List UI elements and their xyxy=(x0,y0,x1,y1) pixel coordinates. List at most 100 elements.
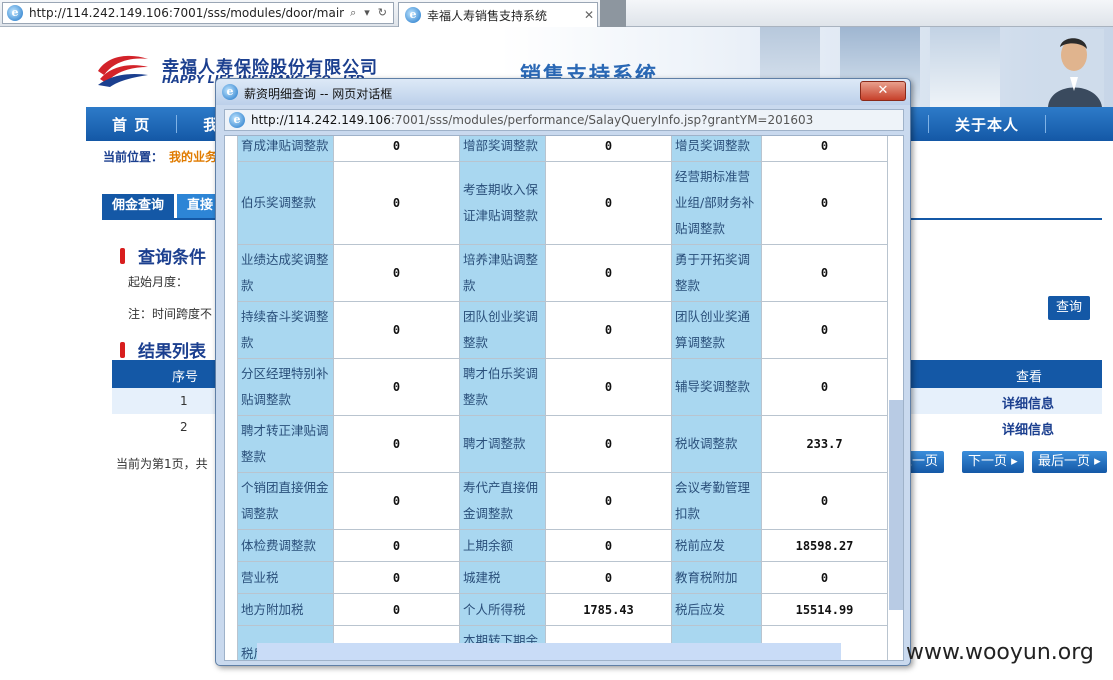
salary-item-label: 增员奖调整款 xyxy=(671,136,762,162)
query-button[interactable]: 查询 xyxy=(1048,296,1090,320)
salary-row: 体检费调整款 0 上期余额 0 税前应发 18598.27 xyxy=(237,529,888,562)
salary-item-label: 团队创业奖调整款 xyxy=(459,301,546,359)
salary-item-label: 体检费调整款 xyxy=(237,529,334,562)
building-graphic xyxy=(930,27,1000,107)
pager-text: 当前为第1页，共 xyxy=(116,457,208,471)
browser-chrome: e http://114.242.149.106:7001/sss/module… xyxy=(0,0,1113,27)
salary-item-value: 0 xyxy=(333,529,460,562)
salary-item-label: 地方附加税 xyxy=(237,593,334,626)
dialog-body: 育成津贴调整款 0 增部奖调整款 0 增员奖调整款 0 伯乐奖调整款 0 考查期收入保证津贴调整… xyxy=(224,135,904,661)
salary-item-value: 0 xyxy=(545,161,672,245)
salary-item-value: 15514.99 xyxy=(761,593,888,626)
section-marker xyxy=(120,341,125,358)
dialog-url-host: http://114.242.149.106 xyxy=(251,113,391,127)
ie-icon: e xyxy=(229,112,245,128)
salary-item-label: 经营期标准营业组/部财务补贴调整款 xyxy=(671,161,762,245)
address-bar[interactable]: e http://114.242.149.106:7001/sss/module… xyxy=(2,2,394,24)
salary-row: 持续奋斗奖调整款 0 团队创业奖调整款 0 团队创业奖通算调整款 0 xyxy=(237,301,888,359)
query-section-title: 查询条件 xyxy=(120,243,206,268)
salary-item-value: 1785.43 xyxy=(545,593,672,626)
salary-item-value: 0 xyxy=(545,358,672,416)
salary-item-value: 0 xyxy=(333,415,460,473)
salary-item-label: 勇于开拓奖调整款 xyxy=(671,244,762,302)
salary-item-label: 聘才伯乐奖调整款 xyxy=(459,358,546,416)
browser-tab[interactable]: e 幸福人寿销售支持系统 ✕ xyxy=(398,2,598,27)
salary-item-value: 0 xyxy=(333,161,460,245)
salary-item-value: 0 xyxy=(333,561,460,594)
refresh-icon[interactable]: ↻ xyxy=(378,6,387,20)
result-title-text: 结果列表 xyxy=(138,342,206,362)
scrollbar-thumb[interactable] xyxy=(889,400,903,610)
salary-item-value: 0 xyxy=(545,136,672,162)
salary-item-label: 伯乐奖调整款 xyxy=(237,161,334,245)
details-link[interactable]: 详细信息 xyxy=(1002,419,1054,438)
salary-item-value: 233.7 xyxy=(761,415,888,473)
salary-item-value: 0 xyxy=(333,358,460,416)
dialog-url-path: :7001/sss/modules/performance/SalayQuery… xyxy=(390,113,814,127)
tab-title: 幸福人寿销售支持系统 xyxy=(427,8,548,23)
nav-home[interactable]: 首 页 xyxy=(86,114,176,135)
salary-item-value: 0 xyxy=(333,244,460,302)
salary-item-label: 个销团直接佣金调整款 xyxy=(237,472,334,530)
salary-item-value: 0 xyxy=(545,301,672,359)
salary-item-label: 税后应发 xyxy=(671,593,762,626)
salary-item-value: 0 xyxy=(545,472,672,530)
salary-item-value: 0 xyxy=(333,593,460,626)
salary-item-value: 0 xyxy=(545,244,672,302)
salary-item-value: 0 xyxy=(761,136,888,162)
salary-item-label: 营业税 xyxy=(237,561,334,594)
dialog-footer-bar xyxy=(257,643,841,660)
salary-row: 分区经理特别补贴调整款 0 聘才伯乐奖调整款 0 辅导奖调整款 0 xyxy=(237,358,888,416)
close-icon[interactable]: ✕ xyxy=(860,81,906,101)
dialog-address-bar: e http://114.242.149.106:7001/sss/module… xyxy=(224,109,904,131)
dialog-url: http://114.242.149.106:7001/sss/modules/… xyxy=(251,113,813,127)
salary-row: 个销团直接佣金调整款 0 寿代产直接佣金调整款 0 会议考勤管理扣款 0 xyxy=(237,472,888,530)
salary-row: 营业税 0 城建税 0 教育税附加 0 xyxy=(237,561,888,594)
nav-about[interactable]: 关于本人 xyxy=(929,114,1045,135)
salary-item-value: 0 xyxy=(333,472,460,530)
ie-icon: e xyxy=(222,84,238,100)
section-marker xyxy=(120,247,125,264)
salary-item-value: 0 xyxy=(545,529,672,562)
query-note: 注：时间跨度不 xyxy=(128,307,213,321)
breadcrumb-link[interactable]: 我的业务 xyxy=(169,150,217,164)
tab-commission-query[interactable]: 佣金查询 xyxy=(102,194,175,218)
salary-item-label: 持续奋斗奖调整款 xyxy=(237,301,334,359)
query-title-text: 查询条件 xyxy=(138,248,206,268)
chevron-down-icon[interactable]: ▾ xyxy=(364,6,370,20)
salary-item-label: 税收调整款 xyxy=(671,415,762,473)
salary-item-value: 0 xyxy=(761,358,888,416)
row-seq: 1 xyxy=(180,394,188,408)
address-url[interactable]: http://114.242.149.106:7001/sss/modules/… xyxy=(29,6,344,20)
next-page-button[interactable]: 下一页 ▸ xyxy=(962,451,1024,473)
salary-row: 伯乐奖调整款 0 考查期收入保证津贴调整款 0 经营期标准营业组/部财务补贴调整款 0 xyxy=(237,161,888,245)
new-tab-area[interactable] xyxy=(600,0,626,27)
nav-divider xyxy=(1045,115,1047,133)
last-page-button[interactable]: 最后一页 ▸ xyxy=(1032,451,1107,473)
salary-item-value: 0 xyxy=(545,415,672,473)
salary-item-label: 税前应发 xyxy=(671,529,762,562)
salary-item-value: 18598.27 xyxy=(761,529,888,562)
salary-item-label: 辅导奖调整款 xyxy=(671,358,762,416)
salary-item-value: 0 xyxy=(761,301,888,359)
salary-item-label: 团队创业奖通算调整款 xyxy=(671,301,762,359)
row-seq: 2 xyxy=(180,420,188,434)
salary-item-value: 0 xyxy=(761,561,888,594)
details-link[interactable]: 详细信息 xyxy=(1002,393,1054,412)
salary-item-label: 会议考勤管理扣款 xyxy=(671,472,762,530)
breadcrumb-label: 当前位置： xyxy=(103,150,164,164)
close-icon[interactable]: ✕ xyxy=(581,8,597,22)
search-icon[interactable]: ⌕ xyxy=(350,6,356,20)
salary-detail-dialog: e 薪资明细查询 -- 网页对话框 ✕ e http://114.242.149… xyxy=(215,78,911,666)
salary-item-value: 0 xyxy=(761,472,888,530)
salary-item-value: 0 xyxy=(761,161,888,245)
salary-item-label: 分区经理特别补贴调整款 xyxy=(237,358,334,416)
col-seq: 序号 xyxy=(172,370,199,385)
dialog-titlebar[interactable]: e 薪资明细查询 -- 网页对话框 ✕ xyxy=(216,79,910,105)
dialog-title: 薪资明细查询 -- 网页对话框 xyxy=(244,87,393,101)
ie-icon: e xyxy=(7,5,23,21)
salary-item-label: 聘才调整款 xyxy=(459,415,546,473)
salary-item-label: 教育税附加 xyxy=(671,561,762,594)
breadcrumb: 当前位置： 我的业务 xyxy=(103,148,217,165)
col-view: 查看 xyxy=(1016,370,1043,385)
